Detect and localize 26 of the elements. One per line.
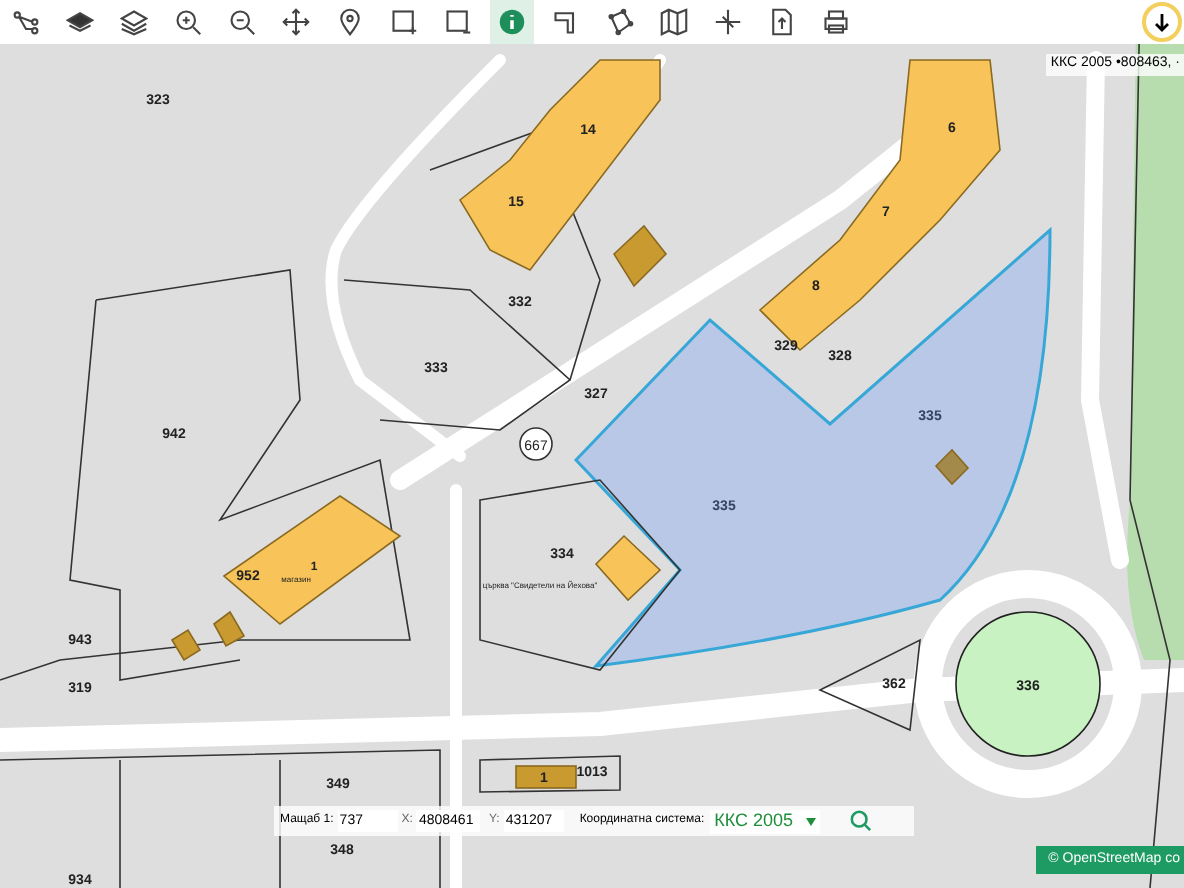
building [515, 765, 577, 789]
layer-icon [66, 8, 94, 36]
ruler-cross-icon [714, 8, 742, 36]
building [594, 534, 662, 602]
move-icon [282, 8, 310, 36]
zoom-in-icon [174, 8, 202, 36]
road-number-circle [519, 427, 553, 461]
print-icon [822, 8, 850, 36]
layers-icon [120, 8, 148, 36]
info-icon [498, 8, 526, 36]
pin-icon [336, 8, 364, 36]
square-plus-icon [390, 8, 418, 36]
arrow-down-icon [1152, 12, 1172, 32]
search-button[interactable] [847, 808, 876, 834]
zoom-out-icon [228, 8, 256, 36]
polygon-icon [606, 8, 634, 36]
bracket-icon [552, 8, 580, 36]
square-minus-icon [444, 8, 472, 36]
building [934, 448, 970, 486]
map-icon [660, 8, 688, 36]
document-icon [768, 8, 796, 36]
caret-icon [805, 817, 816, 825]
branch-icon [12, 8, 40, 36]
crs-dropdown[interactable]: ККС 2005 [710, 809, 820, 833]
search-icon [850, 810, 873, 832]
building [170, 628, 202, 662]
